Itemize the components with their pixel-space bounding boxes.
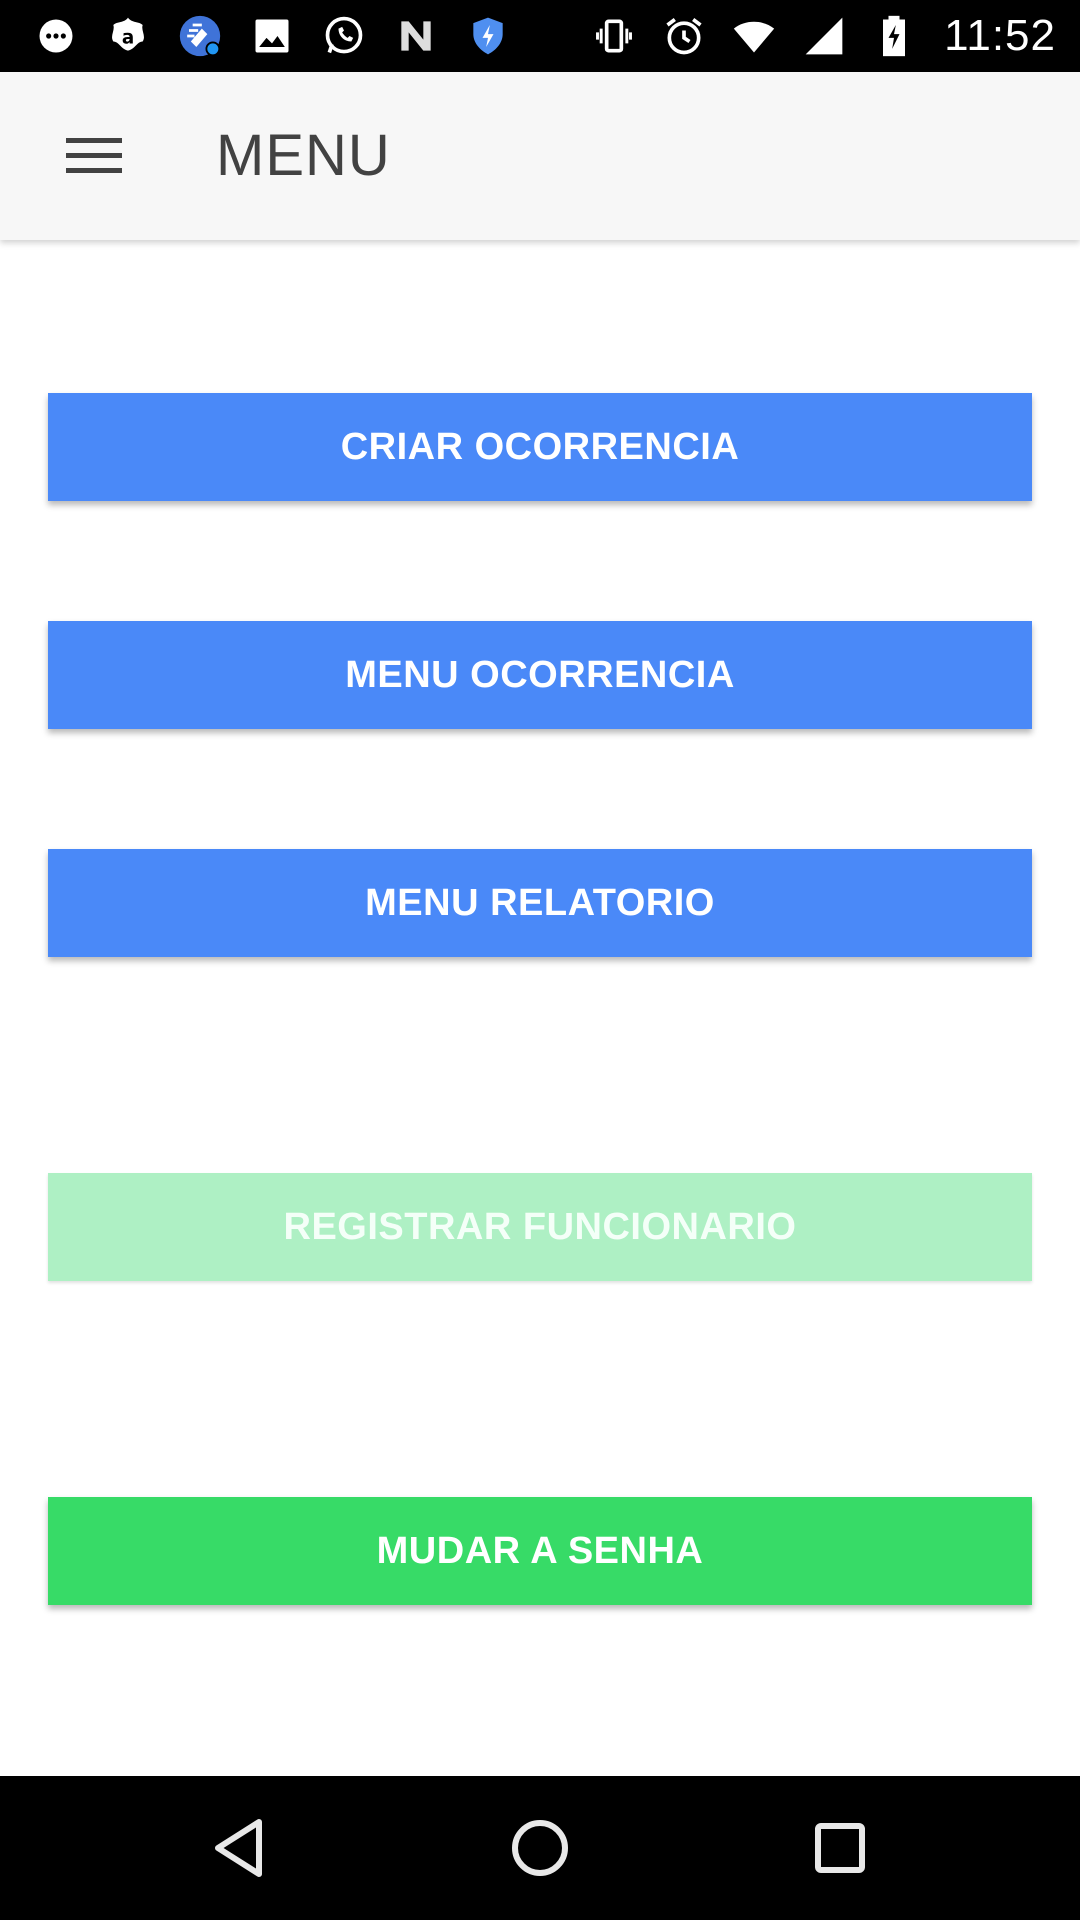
back-icon[interactable] [204,1812,276,1884]
system-icons: 11:52 [590,11,1080,60]
screen: a 11:52 MENU CRIAR OCORRENCIA MENU OCORR… [0,0,1080,1920]
clock-time: 11:52 [944,11,1056,60]
svg-text:a: a [122,27,134,48]
recents-icon[interactable] [804,1812,876,1884]
n-app-icon [392,12,440,60]
messaging-icon [32,12,80,60]
status-bar: a 11:52 [0,0,1080,72]
home-icon[interactable] [504,1812,576,1884]
battery-charging-icon [870,12,918,60]
navigation-bar [0,1776,1080,1920]
shield-icon [464,12,512,60]
criar-ocorrencia-button[interactable]: CRIAR OCORRENCIA [48,393,1032,501]
signal-icon [800,12,848,60]
whatsapp-icon [320,12,368,60]
registrar-funcionario-button[interactable]: REGISTRAR FUNCIONARIO [48,1173,1032,1281]
page-title: MENU [216,123,391,188]
gallery-icon [248,12,296,60]
menu-relatorio-button[interactable]: MENU RELATORIO [48,849,1032,957]
alarm-icon [660,12,708,60]
app-bar: MENU [0,72,1080,240]
hamburger-menu-icon[interactable] [56,122,132,190]
notification-icons: a [32,12,512,60]
mudar-senha-button[interactable]: MUDAR A SENHA [48,1497,1032,1605]
wifi-icon [730,12,778,60]
main-content: CRIAR OCORRENCIA MENU OCORRENCIA MENU RE… [0,240,1080,1776]
cleaner-icon [176,12,224,60]
avast-icon: a [104,12,152,60]
vibrate-icon [590,12,638,60]
menu-ocorrencia-button[interactable]: MENU OCORRENCIA [48,621,1032,729]
